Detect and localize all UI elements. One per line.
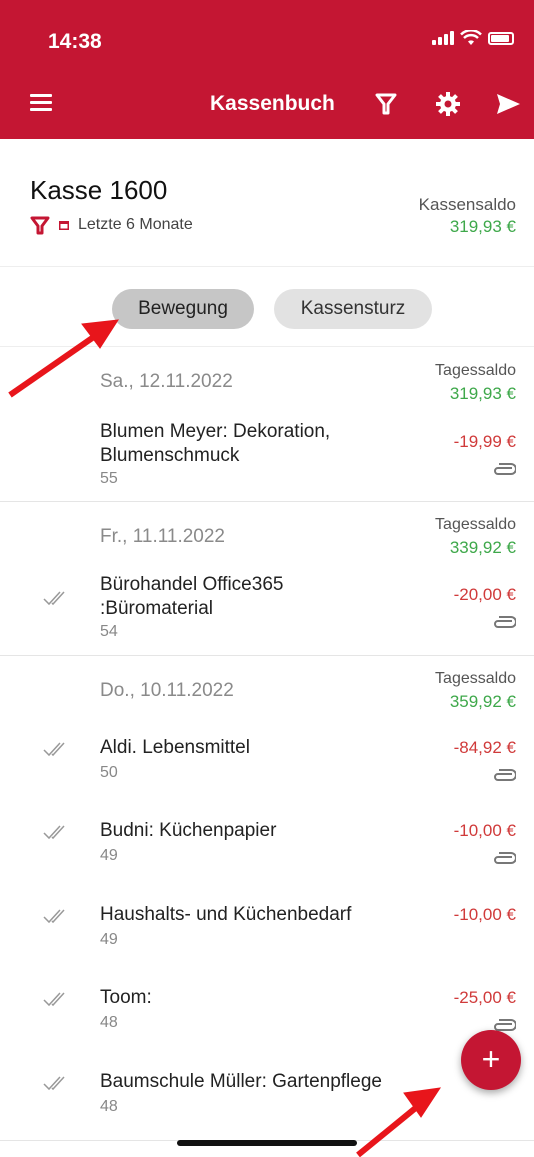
annotation-arrow-icon: [8, 319, 119, 398]
annotation-arrows: [8, 319, 442, 1157]
annotation-arrow-icon: [356, 1087, 442, 1157]
